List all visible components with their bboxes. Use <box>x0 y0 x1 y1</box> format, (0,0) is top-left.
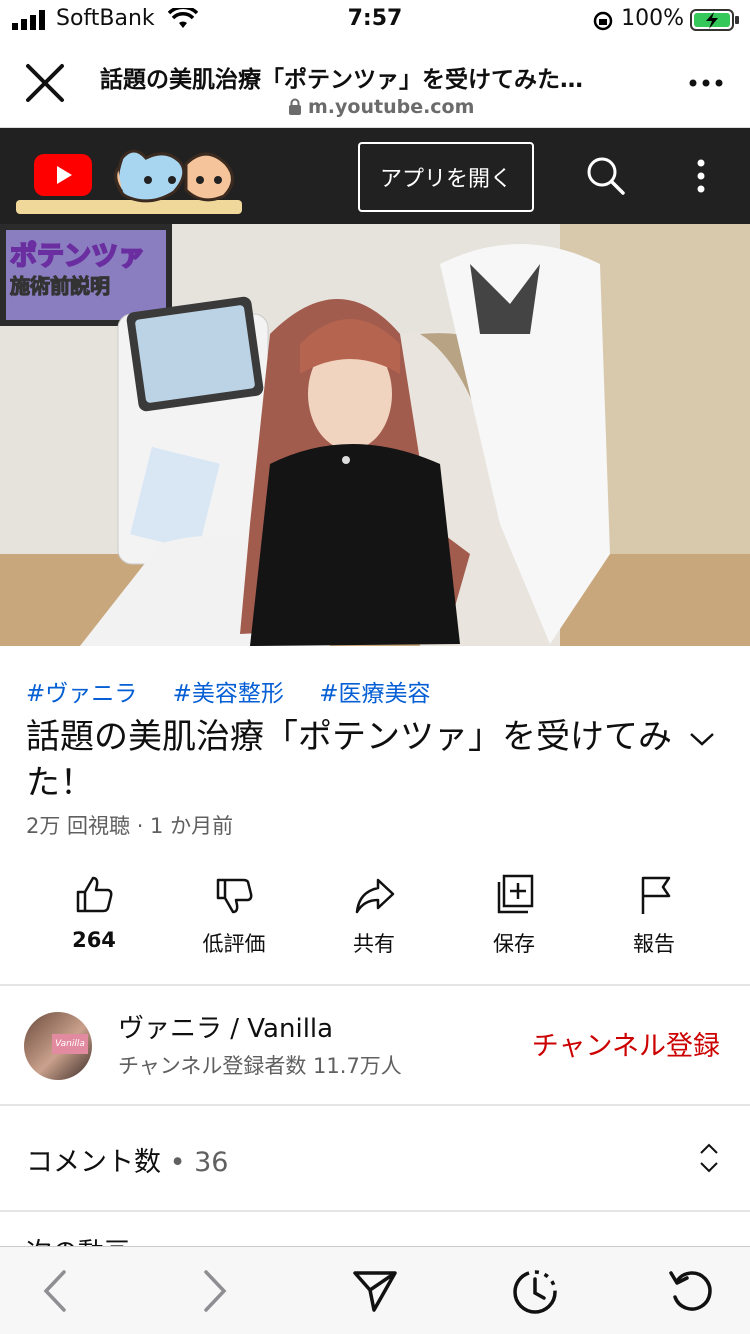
channel-avatar[interactable]: Vanilla <box>24 1012 92 1080</box>
channel-banner-icon <box>16 149 242 214</box>
video-frame <box>0 224 750 646</box>
video-title[interactable]: 話題の美肌治療「ポテンツァ」を受けてみた！ <box>26 714 676 806</box>
comments-header[interactable]: コメント数 • 36 <box>26 1140 228 1179</box>
share-icon <box>355 878 395 914</box>
avatar-badge: Vanilla <box>52 1034 88 1054</box>
hashtag-link[interactable]: #ヴァニラ <box>26 681 137 707</box>
overlay-title: ポテンツァ <box>9 240 146 273</box>
overlay-subtitle: 施術前説明 <box>10 274 111 299</box>
thumbs-down-icon <box>216 878 253 914</box>
save-playlist-icon <box>497 874 534 914</box>
browser-header: 話題の美肌治療「ポテンツァ」を受けてみた… m.youtube.com <box>0 40 750 128</box>
kebab-menu-icon[interactable] <box>694 158 708 194</box>
like-count: 264 <box>72 928 116 952</box>
video-player[interactable]: ポテンツァ 施術前説明 <box>0 224 750 646</box>
hashtag-link[interactable]: #医療美容 <box>319 681 430 707</box>
url-text[interactable]: m.youtube.com <box>308 96 474 118</box>
back-arrow-icon[interactable] <box>40 1269 70 1313</box>
more-icon[interactable] <box>688 78 724 88</box>
hashtag-list: #ヴァニラ #美容整形 #医療美容 <box>26 674 458 708</box>
rotation-lock-icon <box>593 11 613 31</box>
flag-icon <box>641 876 671 914</box>
next-videos-heading: 次の動画 <box>26 1232 130 1246</box>
battery-icon <box>690 9 739 31</box>
video-meta: 2万 回視聴 · 1 か月前 <box>26 814 234 838</box>
search-icon[interactable] <box>586 156 626 196</box>
action-row: 264 低評価 共有 保存 報告 <box>0 872 750 972</box>
hashtag-link[interactable]: #美容整形 <box>173 681 284 707</box>
divider <box>0 984 750 986</box>
dislike-label: 低評価 <box>202 932 266 956</box>
browser-toolbar <box>0 1246 750 1334</box>
expand-collapse-icon[interactable] <box>698 1142 720 1174</box>
save-label: 保存 <box>493 932 535 956</box>
close-icon[interactable] <box>24 62 66 104</box>
reload-icon[interactable] <box>668 1267 718 1317</box>
divider <box>0 1210 750 1212</box>
divider <box>0 1104 750 1106</box>
subscriber-count: チャンネル登録者数 11.7万人 <box>118 1054 402 1078</box>
forward-arrow-icon[interactable] <box>200 1269 230 1313</box>
report-label: 報告 <box>633 932 675 956</box>
comments-separator: • <box>161 1147 195 1178</box>
thumbs-up-icon <box>76 876 113 913</box>
status-bar: SoftBank 7:57 100% <box>0 0 750 40</box>
open-app-button[interactable]: アプリを開く <box>358 142 534 212</box>
battery-percent: 100% <box>621 6 684 31</box>
history-icon[interactable] <box>510 1267 560 1317</box>
comments-count: 36 <box>194 1147 229 1178</box>
comments-label: コメント数 <box>26 1147 161 1178</box>
chevron-down-icon[interactable] <box>688 730 716 748</box>
youtube-header: アプリを開く <box>0 128 750 224</box>
lock-icon <box>289 98 301 115</box>
channel-name[interactable]: ヴァニラ / Vanilla <box>118 1008 333 1045</box>
send-icon[interactable] <box>352 1269 398 1313</box>
share-label: 共有 <box>353 932 395 956</box>
page-title: 話題の美肌治療「ポテンツァ」を受けてみた… <box>100 67 583 93</box>
subscribe-button[interactable]: チャンネル登録 <box>532 1024 720 1063</box>
